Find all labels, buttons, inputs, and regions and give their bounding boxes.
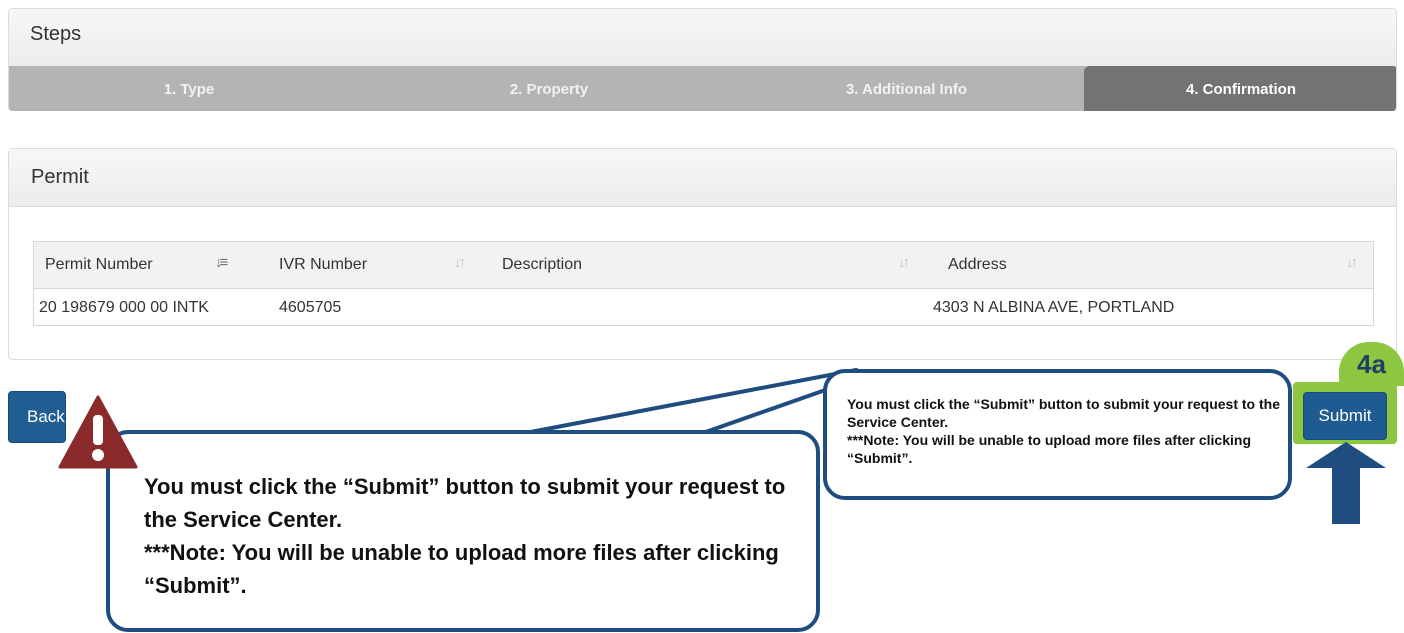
warning-icon (58, 395, 138, 469)
callout-large-line1: You must click the “Submit” button to su… (144, 474, 786, 532)
sort-icon[interactable]: ↓↑ (454, 254, 466, 271)
step-type[interactable]: 1. Type (9, 66, 369, 111)
column-address[interactable]: Address (948, 256, 1007, 274)
step-additional-info[interactable]: 3. Additional Info (729, 66, 1084, 111)
column-permit-number[interactable]: Permit Number (45, 256, 153, 274)
step-confirmation[interactable]: 4. Confirmation (1084, 66, 1396, 111)
steps-bar: 1. Type 2. Property 3. Additional Info 4… (9, 66, 1396, 111)
permit-heading: Permit (9, 149, 1396, 207)
step-property[interactable]: 2. Property (369, 66, 729, 111)
sort-asc-icon[interactable]: ↓≡ (215, 254, 228, 271)
permit-panel: Permit Permit Number ↓≡ IVR Number ↓↑ De… (8, 148, 1397, 360)
column-description[interactable]: Description (502, 256, 582, 274)
cell-permit-number: 20 198679 000 00 INTK (39, 299, 209, 316)
sort-icon[interactable]: ↓↑ (1346, 254, 1358, 271)
callout-small-line2: ***Note: You will be unable to upload mo… (847, 432, 1251, 466)
callout-small: You must click the “Submit” button to su… (823, 369, 1292, 500)
cell-ivr-number: 4605705 (279, 299, 342, 316)
steps-heading: Steps (9, 9, 1396, 66)
sort-icon[interactable]: ↓↑ (898, 254, 910, 271)
cell-address: 4303 N ALBINA AVE, PORTLAND (933, 299, 1175, 316)
callout-small-line1: You must click the “Submit” button to su… (847, 396, 1280, 430)
callout-large-line2: ***Note: You will be unable to upload mo… (144, 540, 779, 598)
arrow-up-icon (1306, 442, 1386, 524)
table-header (34, 242, 1373, 289)
column-ivr-number[interactable]: IVR Number (279, 256, 367, 274)
permit-table: Permit Number ↓≡ IVR Number ↓↑ Descripti… (33, 241, 1374, 326)
submit-button[interactable]: Submit (1303, 392, 1387, 440)
callout-large: You must click the “Submit” button to su… (106, 430, 820, 632)
steps-panel: Steps 1. Type 2. Property 3. Additional … (8, 8, 1397, 111)
